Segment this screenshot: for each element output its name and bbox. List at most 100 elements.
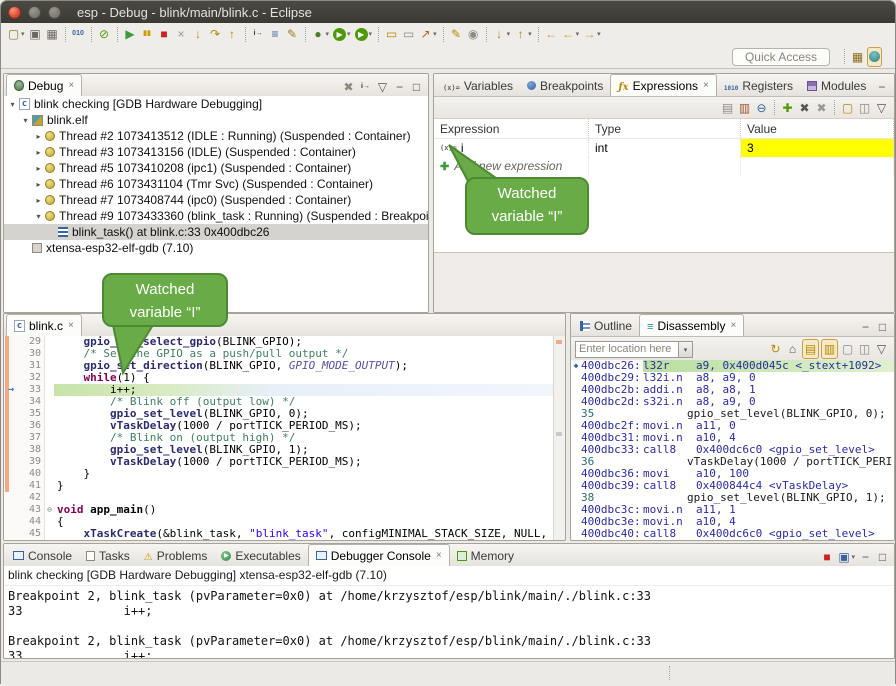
location-dropdown-icon[interactable]: ▾ bbox=[679, 341, 693, 358]
annotation-ruler-cell[interactable] bbox=[4, 396, 17, 408]
remove-all-terminated-icon[interactable]: ✖ bbox=[341, 78, 356, 96]
save-all-icon[interactable]: ▦ bbox=[45, 25, 60, 43]
annotation-ruler-cell[interactable] bbox=[4, 408, 17, 420]
pin-view-icon[interactable]: ◫ bbox=[857, 99, 872, 117]
column-value[interactable]: Value bbox=[741, 119, 894, 138]
minimize-icon[interactable]: − bbox=[858, 548, 873, 566]
instruction-stepping-icon[interactable]: i→ bbox=[251, 25, 266, 43]
tab-console[interactable]: Console bbox=[6, 545, 79, 566]
editor-line[interactable]: 40 } bbox=[4, 468, 554, 480]
skip-all-breakpoints-icon[interactable]: ⊘ bbox=[97, 25, 112, 43]
external-tools-icon[interactable]: ▶▾ bbox=[354, 25, 374, 43]
code-editor[interactable]: 29 gpio_pad_select_gpio(BLINK_GPIO);30 /… bbox=[4, 336, 554, 540]
tab-debug[interactable]: Debug × bbox=[6, 74, 82, 96]
overview-mark[interactable] bbox=[556, 432, 562, 436]
annotation-ruler-cell[interactable] bbox=[4, 444, 17, 456]
debug-tree-row[interactable]: ▸Thread #7 1073408744 (ipc0) (Suspended … bbox=[4, 192, 428, 208]
resume-icon[interactable]: ▶ bbox=[123, 25, 138, 43]
build-binary-icon[interactable]: 010 bbox=[71, 25, 86, 43]
debug-tree-row[interactable]: ▾Thread #9 1073433360 (blink_task : Runn… bbox=[4, 208, 428, 224]
debug-tree-row[interactable]: ▸Thread #5 1073410208 (ipc1) (Suspended … bbox=[4, 160, 428, 176]
column-expression[interactable]: Expression bbox=[434, 119, 589, 138]
show-source-icon[interactable]: ▥ bbox=[821, 339, 838, 359]
debug-tree-row[interactable]: ▸Thread #2 1073413512 (IDLE : Running) (… bbox=[4, 128, 428, 144]
quick-access-button[interactable]: Quick Access bbox=[732, 48, 830, 66]
maximize-button[interactable] bbox=[48, 6, 61, 19]
minimize-button[interactable] bbox=[28, 6, 41, 19]
go-to-line-icon[interactable]: ↑▾ bbox=[513, 25, 533, 43]
minimize-icon[interactable]: − bbox=[392, 78, 407, 96]
snapshot-icon[interactable]: ◉ bbox=[466, 25, 481, 43]
debug-perspective-icon[interactable] bbox=[867, 47, 882, 67]
show-type-names-icon[interactable]: ▤ bbox=[720, 99, 735, 117]
format-icon[interactable]: ✎ bbox=[449, 25, 464, 43]
trace-control-icon[interactable]: ✎ bbox=[285, 25, 300, 43]
debug-launch-icon[interactable]: ●▾ bbox=[311, 25, 331, 43]
annotation-ruler-cell[interactable] bbox=[4, 372, 17, 384]
annotation-ruler-cell[interactable]: → bbox=[4, 384, 17, 396]
view-menu-icon[interactable]: ▽ bbox=[874, 99, 889, 117]
debug-tree-row[interactable]: ▾blink.elf bbox=[4, 112, 428, 128]
new-wizard-icon[interactable]: ▢▾ bbox=[6, 25, 26, 43]
collapse-all-icon[interactable]: ⊖ bbox=[754, 99, 769, 117]
flash-launch-icon[interactable]: ↗▾ bbox=[418, 25, 438, 43]
expand-icon[interactable]: ▾ bbox=[20, 116, 31, 125]
close-icon[interactable]: × bbox=[68, 321, 74, 331]
back-history-icon[interactable]: ← bbox=[544, 25, 559, 43]
tab-registers[interactable]: Registers bbox=[717, 75, 800, 96]
tab-problems[interactable]: Problems bbox=[137, 545, 215, 566]
terminate-icon[interactable]: ■ bbox=[157, 25, 172, 43]
fold-icon[interactable]: ⊖ bbox=[45, 504, 54, 516]
suspend-icon[interactable]: ▮▮ bbox=[140, 25, 155, 43]
annotation-ruler-cell[interactable] bbox=[4, 456, 17, 468]
annotation-ruler-cell[interactable] bbox=[4, 432, 17, 444]
minimize-icon[interactable]: − bbox=[858, 318, 873, 336]
overview-change-mark[interactable] bbox=[556, 340, 562, 344]
maximize-icon[interactable]: □ bbox=[875, 548, 890, 566]
close-icon[interactable]: × bbox=[730, 321, 736, 331]
tab-tasks[interactable]: Tasks bbox=[79, 545, 137, 566]
expression-value[interactable]: 3 bbox=[741, 139, 894, 157]
forward-icon[interactable]: →▾ bbox=[582, 25, 602, 43]
open-perspective-icon[interactable]: ▦ bbox=[850, 48, 865, 66]
tab-modules[interactable]: Modules bbox=[800, 75, 873, 96]
home-icon[interactable]: ⌂ bbox=[785, 340, 800, 358]
add-expression-icon[interactable]: ✚ bbox=[780, 99, 795, 117]
annotation-ruler-cell[interactable] bbox=[4, 480, 17, 492]
overview-ruler[interactable] bbox=[553, 336, 565, 540]
annotation-ruler-cell[interactable] bbox=[4, 420, 17, 432]
expand-icon[interactable]: ▸ bbox=[33, 164, 44, 173]
maximize-icon[interactable]: □ bbox=[891, 78, 895, 96]
track-pc-icon[interactable]: ▤ bbox=[802, 339, 819, 359]
terminate-console-icon[interactable]: ■ bbox=[819, 548, 834, 566]
disconnect-icon[interactable]: × bbox=[174, 25, 189, 43]
expand-icon[interactable]: ▾ bbox=[7, 100, 18, 109]
close-button[interactable] bbox=[8, 6, 21, 19]
maximize-icon[interactable]: □ bbox=[875, 318, 890, 336]
expand-icon[interactable]: ▸ bbox=[33, 132, 44, 141]
new-view-icon[interactable]: ▢ bbox=[840, 340, 855, 358]
save-icon[interactable]: ▣ bbox=[28, 25, 43, 43]
console-output[interactable]: Breakpoint 2, blink_task (pvParameter=0x… bbox=[4, 586, 894, 658]
step-return-icon[interactable]: ↑ bbox=[225, 25, 240, 43]
tab-executables[interactable]: Executables bbox=[214, 545, 307, 566]
location-input[interactable]: Enter location here bbox=[575, 341, 679, 358]
debug-tree-row[interactable]: ▸Thread #3 1073413156 (IDLE) (Suspended … bbox=[4, 144, 428, 160]
tab-expressions[interactable]: Expressions × bbox=[610, 74, 716, 96]
back-icon[interactable]: ←▾ bbox=[561, 25, 581, 43]
show-logical-structure-icon[interactable]: ▥ bbox=[737, 99, 752, 117]
step-over-icon[interactable]: ↷ bbox=[208, 25, 223, 43]
view-menu-icon[interactable]: ▽ bbox=[375, 78, 390, 96]
step-into-icon[interactable]: ↓ bbox=[191, 25, 206, 43]
instruction-step-toggle-icon[interactable]: i→ bbox=[358, 78, 373, 96]
column-type[interactable]: Type bbox=[589, 119, 741, 138]
expand-icon[interactable]: ▸ bbox=[33, 148, 44, 157]
remove-all-expressions-icon[interactable]: ✖ bbox=[814, 99, 829, 117]
tab-breakpoints[interactable]: Breakpoints bbox=[520, 75, 610, 96]
close-icon[interactable]: × bbox=[436, 551, 442, 561]
refresh-icon[interactable]: ↻ bbox=[768, 340, 783, 358]
tab-memory[interactable]: Memory bbox=[450, 545, 521, 566]
annotation-ruler-cell[interactable] bbox=[4, 528, 17, 540]
expand-icon[interactable]: ▾ bbox=[33, 212, 44, 221]
annotation-ruler-cell[interactable] bbox=[4, 360, 17, 372]
